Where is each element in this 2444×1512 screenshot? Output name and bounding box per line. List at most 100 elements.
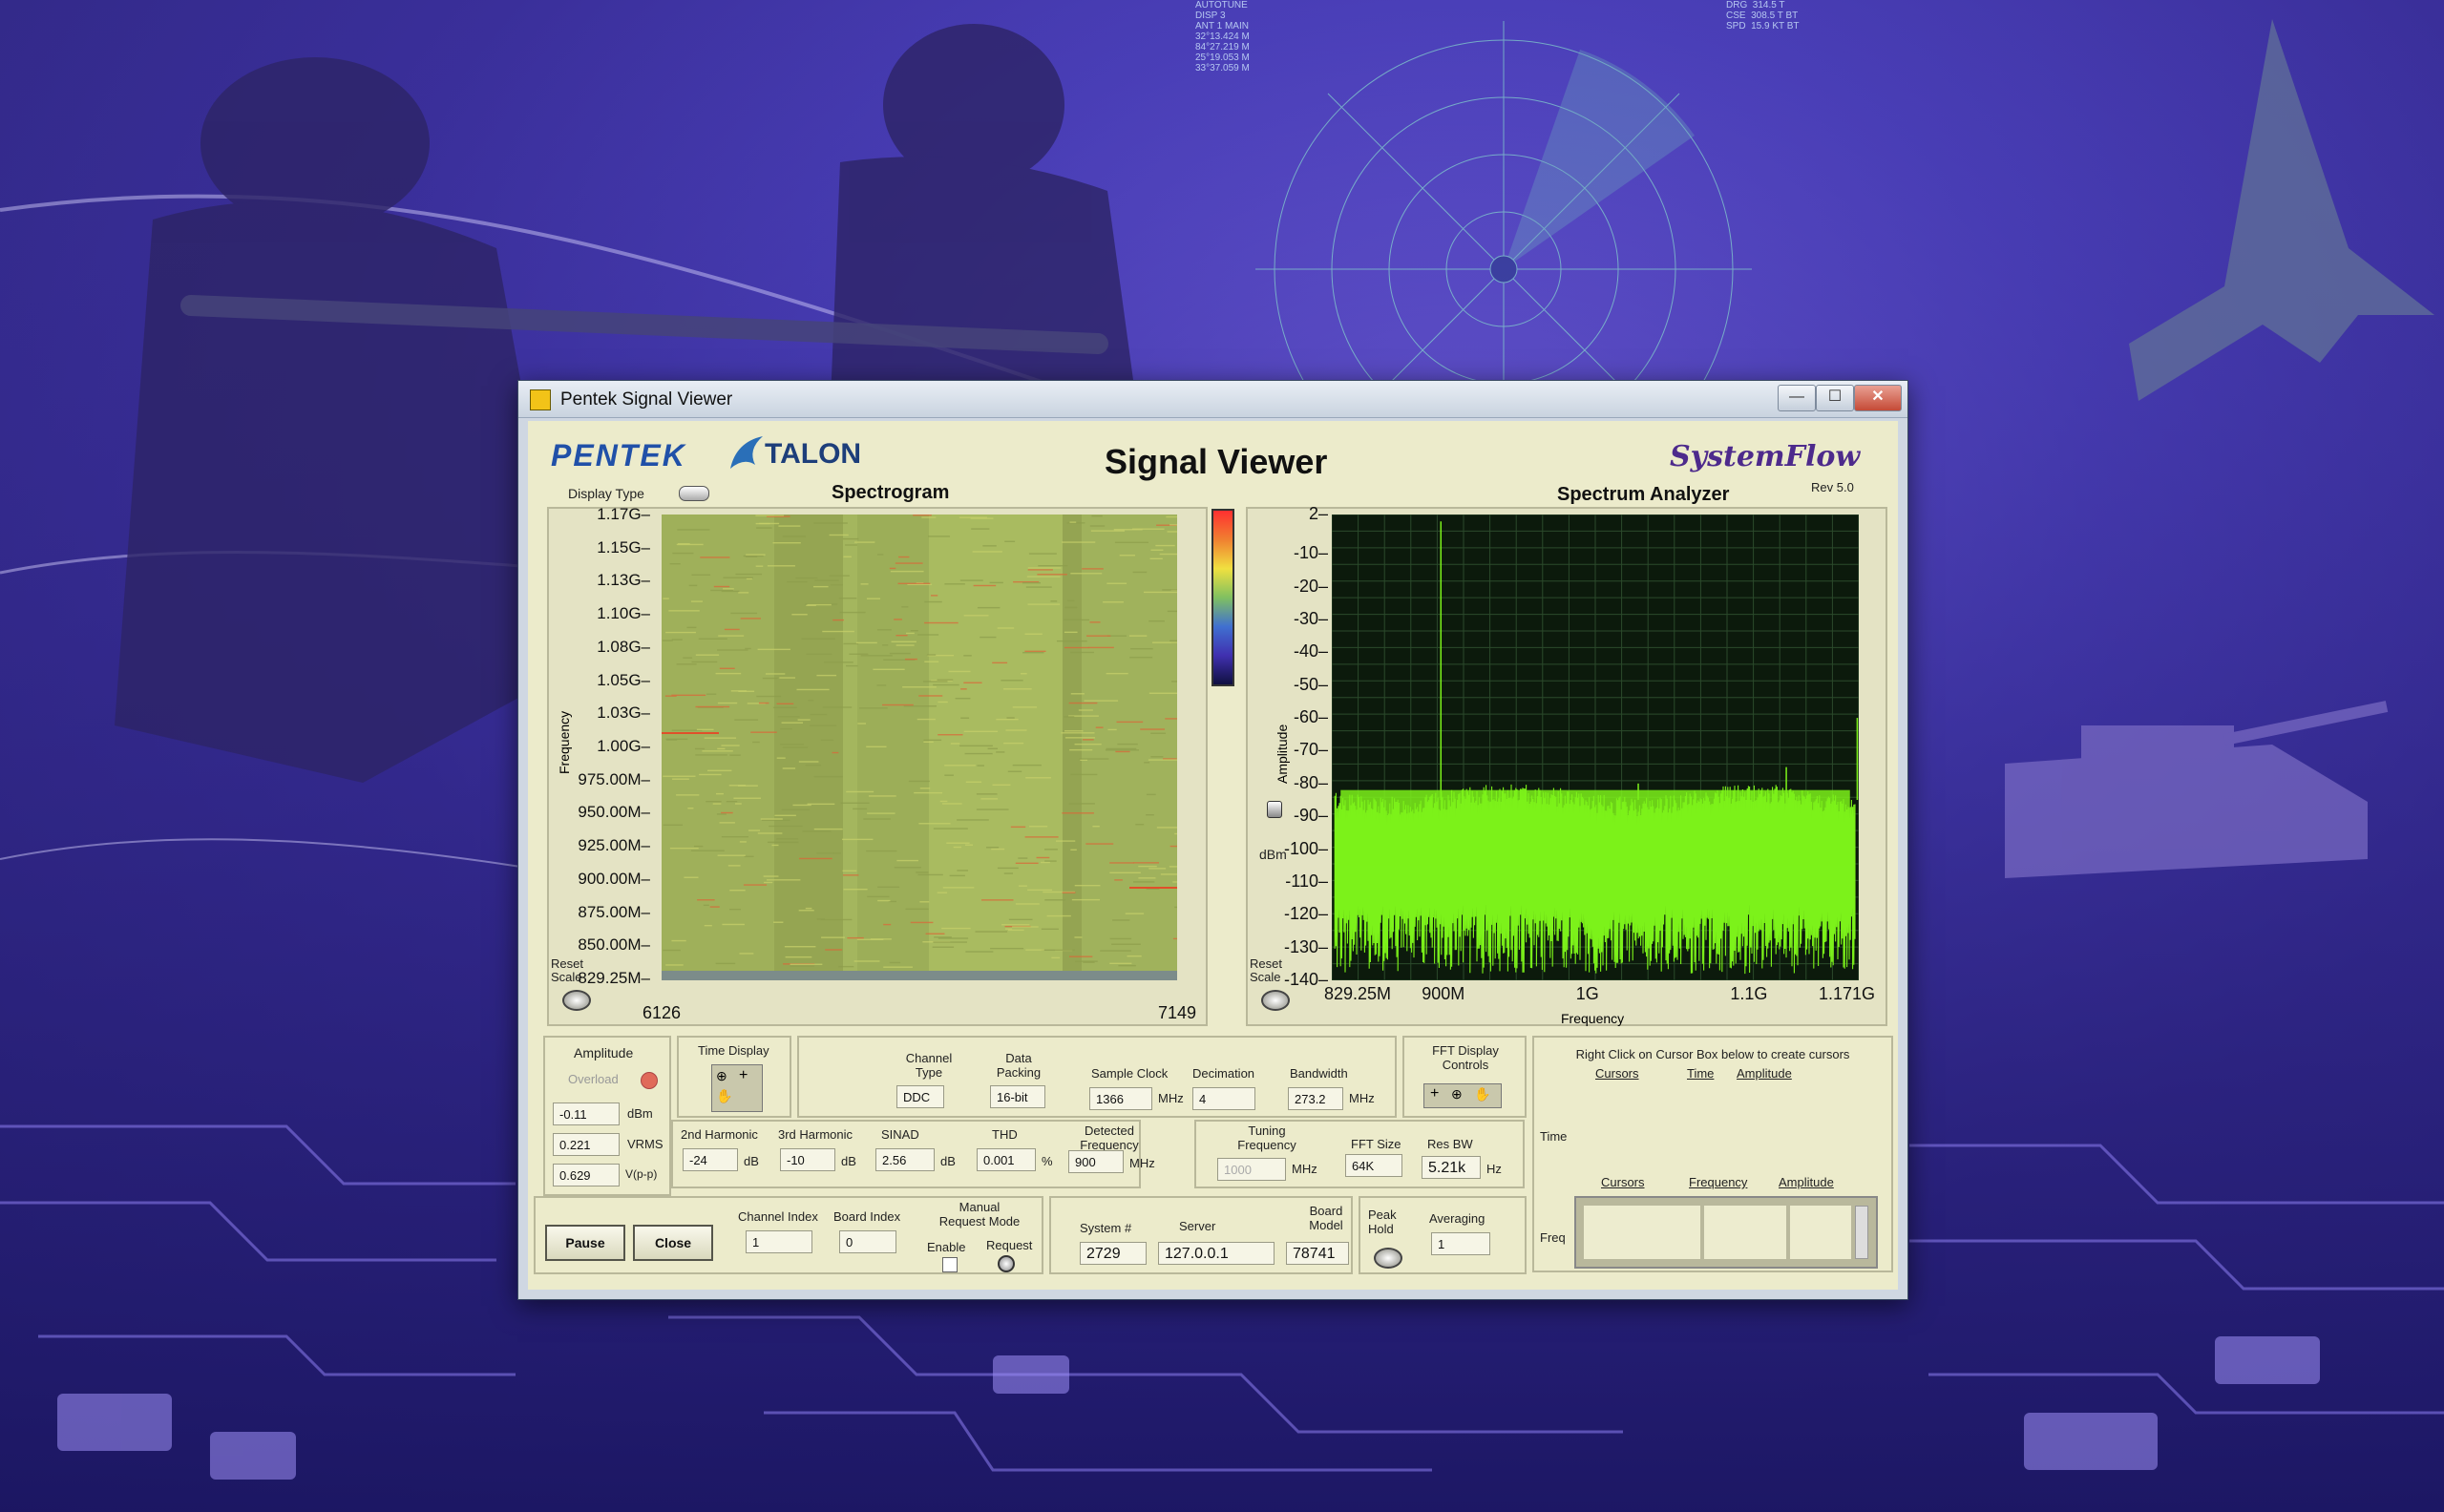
- spectrogram-streak: [671, 694, 706, 697]
- spectrogram-image[interactable]: [662, 514, 1177, 980]
- zoom-icon[interactable]: ⊕: [716, 1068, 727, 1084]
- spectrogram-streak: [695, 754, 727, 756]
- close-button[interactable]: Close: [633, 1225, 713, 1261]
- spectrogram-streak: [846, 790, 874, 793]
- detected-frequency-field: 900: [1068, 1150, 1124, 1173]
- spectrogram-streak: [763, 881, 773, 884]
- spectrogram-streak: [1160, 873, 1177, 875]
- bandwidth-field: 273.2: [1288, 1087, 1343, 1110]
- spectrogram-streak: [671, 939, 686, 942]
- spectrogram-streak: [1159, 553, 1177, 556]
- spectrogram-reset-knob[interactable]: [562, 990, 591, 1011]
- spectrogram-streak: [1008, 918, 1033, 921]
- spectrogram-streak: [1056, 640, 1087, 642]
- colorbar[interactable]: [1211, 509, 1234, 686]
- cursor-col-amplitude-2: Amplitude: [1779, 1175, 1834, 1189]
- averaging-field[interactable]: 1: [1431, 1232, 1490, 1255]
- fft-pan-icon[interactable]: ✋: [1474, 1086, 1490, 1102]
- spectrogram-streak: [1021, 673, 1027, 675]
- peak-hold-toggle[interactable]: [1374, 1248, 1402, 1269]
- spectrogram-streak: [750, 731, 777, 733]
- spectrum-ytick: -130–: [1283, 936, 1328, 956]
- spectrogram-streak: [1132, 571, 1148, 574]
- spectrogram-streak: [1114, 879, 1123, 881]
- spectrogram-ylabel: Frequency: [557, 710, 572, 774]
- amplitude-title: Amplitude: [574, 1045, 634, 1060]
- spectrogram-streak: [1084, 700, 1119, 702]
- spectrogram-streak: [713, 585, 730, 588]
- request-button[interactable]: [998, 1255, 1015, 1272]
- spectrogram-streak: [960, 717, 970, 719]
- spectrogram-streak: [942, 803, 962, 805]
- spectrogram-streak: [1038, 565, 1068, 567]
- spectrum-ytick: -60–: [1293, 707, 1328, 727]
- title-bar[interactable]: Pentek Signal Viewer — ☐ ✕: [518, 381, 1907, 418]
- spectrogram-xmin: 6126: [643, 1003, 682, 1022]
- spectrogram-streak: [1074, 936, 1083, 938]
- minimize-button[interactable]: —: [1778, 385, 1816, 411]
- spectrogram-streak: [957, 819, 989, 821]
- spectrogram-streak: [820, 739, 834, 742]
- spectrogram-ytick: 975.00M–: [578, 769, 650, 788]
- spectrogram-streak: [1029, 826, 1048, 828]
- pause-button[interactable]: Pause: [545, 1225, 625, 1261]
- display-type-toggle[interactable]: [679, 486, 709, 501]
- cursor-table-scrollbar[interactable]: [1855, 1206, 1868, 1259]
- frequency-cursor-table[interactable]: [1574, 1196, 1878, 1269]
- enable-checkbox[interactable]: [942, 1257, 958, 1272]
- peak-hold-label: Peak Hold: [1368, 1208, 1397, 1236]
- crosshair-icon[interactable]: +: [739, 1067, 748, 1084]
- spectrum-reset-knob[interactable]: [1261, 990, 1290, 1011]
- spectrogram-streak: [847, 936, 864, 939]
- spectrogram-streak: [891, 640, 916, 642]
- spectrum-plot[interactable]: [1332, 514, 1859, 980]
- channel-index-field[interactable]: 1: [746, 1230, 812, 1253]
- spectrogram-streak: [1071, 898, 1101, 901]
- close-window-button[interactable]: ✕: [1854, 385, 1902, 411]
- spectrogram-streak: [704, 924, 712, 927]
- spectrogram-streak: [1022, 581, 1041, 584]
- fft-crosshair-icon[interactable]: +: [1430, 1085, 1439, 1102]
- frequency-cell[interactable]: [1704, 1206, 1786, 1259]
- spectrogram-streak: [937, 892, 948, 893]
- spectrogram-streak: [820, 918, 853, 921]
- spectrum-yunit: dBm: [1259, 847, 1287, 862]
- spectrogram-streak: [1051, 956, 1061, 959]
- time-display-palette: ⊕ + ✋: [711, 1064, 763, 1112]
- pan-hand-icon[interactable]: ✋: [716, 1088, 732, 1104]
- spectrogram-streak: [955, 697, 971, 700]
- spectrogram-streak: [798, 761, 819, 763]
- tuning-frequency-field[interactable]: 1000: [1217, 1158, 1286, 1181]
- spectrogram-streak: [807, 603, 832, 606]
- spectrogram-streak: [717, 747, 726, 750]
- amplitude-slider[interactable]: [1267, 801, 1282, 818]
- spectrogram-streak: [1007, 929, 1024, 932]
- averaging-label: Averaging: [1429, 1211, 1485, 1226]
- spectrogram-streak: [676, 663, 697, 665]
- spectrogram-streak: [755, 514, 785, 516]
- fft-size-field[interactable]: 64K: [1345, 1154, 1402, 1177]
- spectrogram-band: [1063, 514, 1082, 980]
- spectrogram-streak: [965, 781, 982, 783]
- amplitude-cell[interactable]: [1790, 1206, 1851, 1259]
- spectrogram-streak: [980, 899, 1014, 901]
- spectrum-xtick: 1G: [1575, 984, 1599, 1003]
- spectrogram-streak: [957, 870, 969, 872]
- spectrogram-streak: [1169, 640, 1177, 642]
- spectrogram-streak: [996, 718, 1019, 721]
- spectrogram-streak: [767, 565, 795, 567]
- spectrogram-streak: [1069, 748, 1093, 751]
- spectrum-ytick: -50–: [1293, 674, 1328, 694]
- cursor-col-amplitude: Amplitude: [1737, 1066, 1792, 1081]
- spectrogram-streak: [1152, 641, 1177, 643]
- spectrogram-streak: [953, 846, 961, 849]
- spectrogram-streak: [712, 803, 722, 805]
- spectrogram-streak: [1148, 868, 1167, 870]
- fft-zoom-icon[interactable]: ⊕: [1451, 1086, 1463, 1102]
- maximize-button[interactable]: ☐: [1816, 385, 1854, 411]
- spectrogram-streak: [868, 795, 896, 797]
- board-index-field[interactable]: 0: [839, 1230, 896, 1253]
- cursor-cell[interactable]: [1584, 1206, 1700, 1259]
- spectrogram-streak: [1027, 569, 1053, 571]
- spectrogram-streak: [782, 746, 809, 748]
